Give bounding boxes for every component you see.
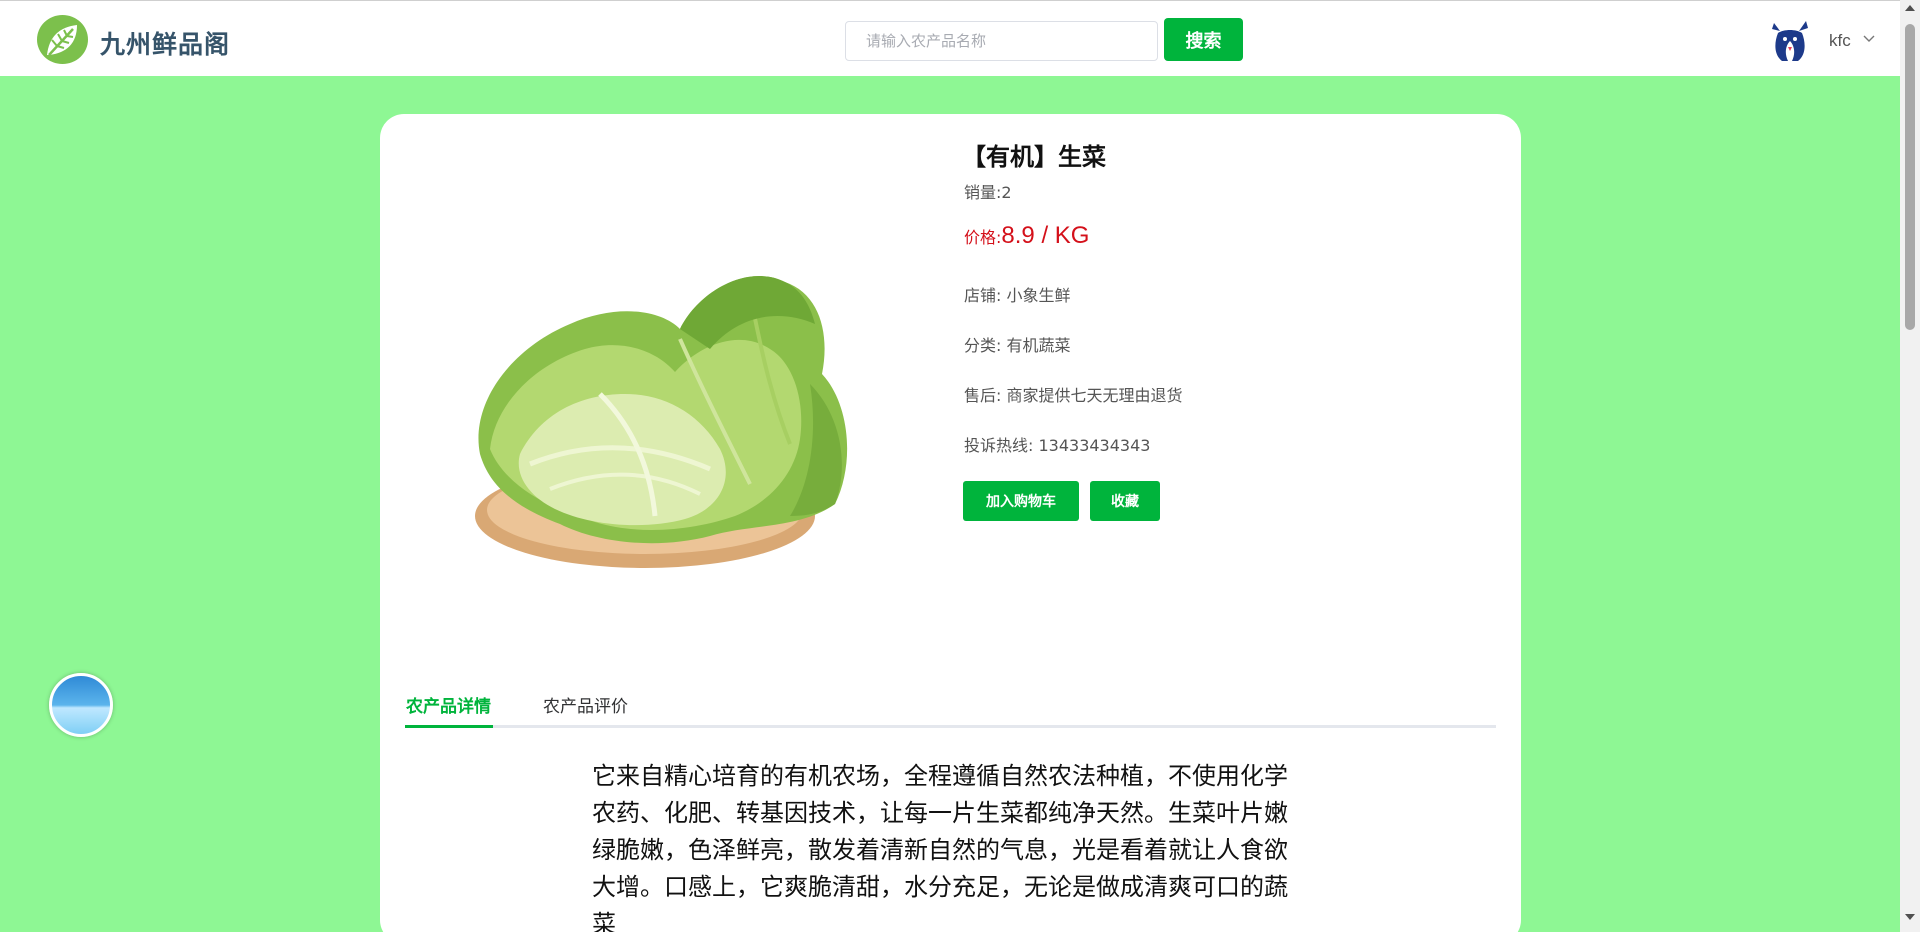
detail-tabs: 农产品详情 农产品评价 bbox=[405, 684, 1496, 728]
chevron-down-icon[interactable] bbox=[1862, 32, 1876, 46]
after-sale-policy: 售后: 商家提供七天无理由退货 bbox=[964, 386, 1183, 405]
scroll-down-arrow-icon[interactable] bbox=[1905, 914, 1915, 920]
page-scrollbar[interactable] bbox=[1900, 0, 1920, 932]
brand-name[interactable]: 九州鲜品阁 bbox=[100, 25, 230, 61]
product-description: 它来自精心培育的有机农场，全程遵循自然农法种植，不使用化学农药、化肥、转基因技术… bbox=[592, 762, 1288, 932]
top-header: 九州鲜品阁 搜索 kfc bbox=[0, 0, 1920, 76]
floating-assistant-button[interactable] bbox=[49, 673, 113, 737]
avatar[interactable] bbox=[1766, 17, 1813, 63]
username[interactable]: kfc bbox=[1829, 31, 1851, 51]
tab-product-reviews[interactable]: 农产品评价 bbox=[543, 692, 628, 717]
tab-product-detail[interactable]: 农产品详情 bbox=[406, 692, 491, 717]
shop-name: 店铺: 小象生鲜 bbox=[964, 286, 1071, 305]
price-value: 8.9 / KG bbox=[1001, 222, 1090, 249]
logo-icon[interactable] bbox=[37, 15, 88, 64]
price: 价格:8.9 / KG bbox=[964, 222, 1089, 250]
search-input[interactable] bbox=[845, 21, 1158, 61]
scroll-up-arrow-icon[interactable] bbox=[1905, 5, 1915, 11]
scrollbar-thumb[interactable] bbox=[1905, 24, 1915, 330]
product-card: 【有机】生菜 销量:2 价格:8.9 / KG 店铺: 小象生鲜 分类: 有机蔬… bbox=[380, 114, 1521, 932]
product-title: 【有机】生菜 bbox=[962, 143, 1106, 171]
favorite-button[interactable]: 收藏 bbox=[1090, 481, 1160, 521]
search-button[interactable]: 搜索 bbox=[1164, 18, 1243, 61]
product-category: 分类: 有机蔬菜 bbox=[964, 336, 1071, 355]
active-tab-indicator bbox=[405, 725, 493, 728]
add-to-cart-button[interactable]: 加入购物车 bbox=[963, 481, 1079, 521]
sales-count: 销量:2 bbox=[964, 183, 1012, 202]
product-image bbox=[450, 254, 895, 594]
price-label: 价格: bbox=[964, 228, 1002, 247]
complaint-hotline: 投诉热线: 13433434343 bbox=[964, 436, 1151, 455]
